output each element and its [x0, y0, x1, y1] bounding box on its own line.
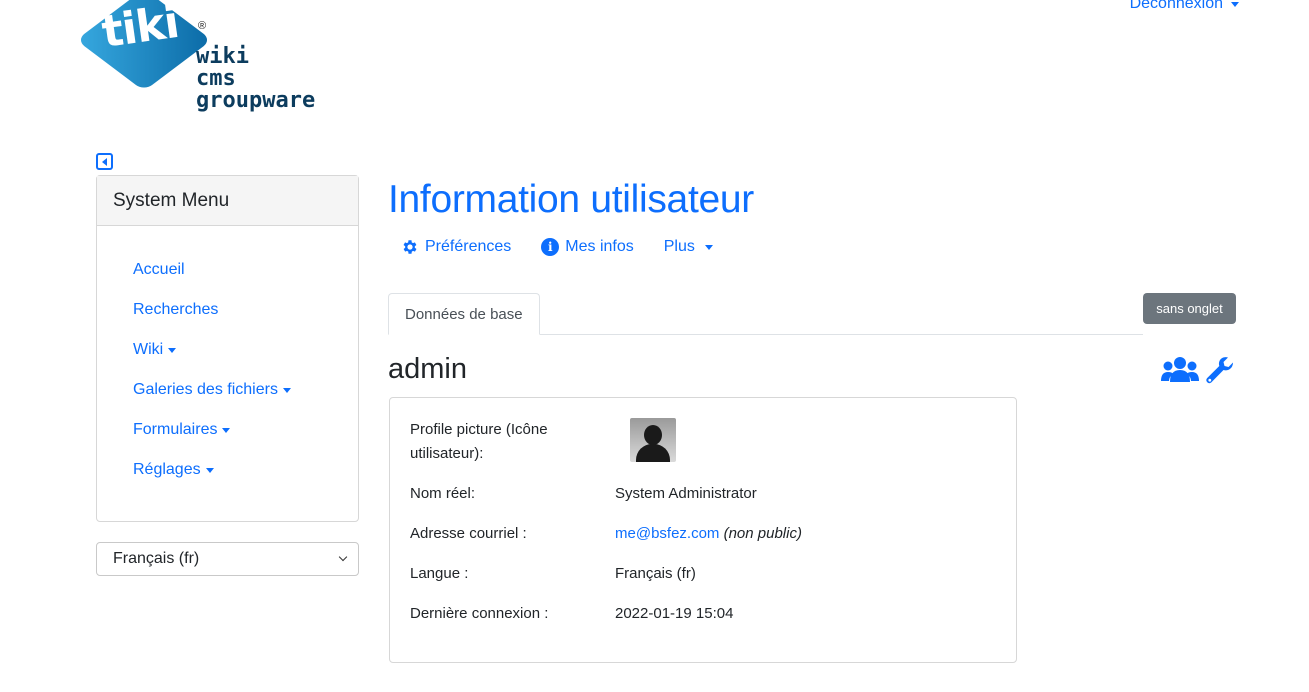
wrench-icon[interactable]	[1204, 354, 1236, 386]
email-link[interactable]: me@bsfez.com	[615, 525, 719, 542]
menu-item-accueil[interactable]: Accueil	[133, 261, 358, 301]
real-name-label: Nom réel:	[410, 485, 476, 502]
profile-picture-label-line1: Profile picture (Icône	[410, 421, 548, 438]
email-label: Adresse courriel :	[410, 525, 527, 542]
plus-dropdown[interactable]: Plus	[664, 238, 713, 256]
gear-icon	[403, 240, 417, 254]
chevron-down-icon	[168, 348, 177, 353]
user-actions	[1160, 354, 1236, 386]
logo-wordmark: wiki cms groupware	[196, 46, 315, 112]
menu-item-galeries[interactable]: Galeries des fichiers	[133, 381, 358, 421]
menu-item-label: Formulaires	[133, 421, 218, 438]
language-label: Langue :	[410, 565, 469, 582]
real-name-value: System Administrator	[615, 485, 757, 502]
profile-picture-label: Profile picture (Icône utilisateur):	[410, 418, 548, 466]
preferences-link[interactable]: Préférences	[401, 238, 511, 256]
menu-item-recherches[interactable]: Recherches	[133, 301, 358, 341]
mes-infos-label: Mes infos	[565, 238, 634, 255]
menu-item-wiki[interactable]: Wiki	[133, 341, 358, 381]
chevron-down-icon	[1231, 1, 1239, 7]
info-icon: i	[541, 238, 560, 256]
users-icon[interactable]	[1160, 355, 1200, 385]
user-info-card: Profile picture (Icône utilisateur): Nom…	[389, 397, 1017, 663]
chevron-down-icon	[704, 244, 713, 250]
user-nav: Préférences i Mes infos Plus	[401, 238, 743, 256]
menu-item-formulaires[interactable]: Formulaires	[133, 421, 358, 461]
last-login-label: Dernière connexion :	[410, 605, 549, 622]
preferences-label: Préférences	[425, 238, 512, 255]
avatar	[630, 418, 676, 462]
menu-item-label: Réglages	[133, 461, 201, 478]
logo-registered-mark: ®	[198, 20, 207, 32]
system-menu-title: System Menu	[97, 176, 358, 226]
logout-label: Déconnexion	[1129, 0, 1223, 12]
profile-picture-label-line2: utilisateur):	[410, 445, 484, 462]
menu-item-reglages[interactable]: Réglages	[133, 461, 358, 501]
language-select[interactable]: Français (fr)	[96, 542, 359, 576]
page-title: Information utilisateur	[388, 178, 754, 221]
logo-line-groupware: groupware	[196, 88, 316, 113]
menu-item-label: Recherches	[133, 301, 219, 318]
chevron-down-icon	[222, 428, 231, 433]
menu-item-label: Galeries des fichiers	[133, 381, 278, 398]
tab-donnees-de-base[interactable]: Données de base	[388, 293, 540, 335]
language-value: Français (fr)	[615, 565, 696, 582]
sidebar-collapse-icon[interactable]	[96, 153, 113, 170]
sans-onglet-button[interactable]: sans onglet	[1143, 293, 1236, 324]
logo-line-wiki: wiki	[196, 44, 249, 69]
chevron-down-icon	[338, 552, 348, 562]
chevron-down-icon	[282, 388, 291, 393]
menu-item-label: Accueil	[133, 261, 185, 278]
logo-line-cms: cms	[196, 66, 236, 91]
username-heading: admin	[388, 353, 467, 385]
plus-label: Plus	[663, 238, 695, 255]
logout-dropdown[interactable]: Déconnexion	[1130, 0, 1239, 13]
system-menu: System Menu Accueil Recherches Wiki Gale…	[96, 175, 359, 522]
language-select-value: Français (fr)	[113, 550, 200, 567]
triangle-left-icon	[102, 157, 107, 166]
menu-item-label: Wiki	[133, 341, 164, 358]
last-login-value: 2022-01-19 15:04	[615, 605, 734, 622]
email-privacy-note: (non public)	[723, 525, 802, 542]
site-logo[interactable]: tiki ® wiki cms groupware	[76, 0, 344, 132]
chevron-down-icon	[205, 468, 214, 473]
email-value-group: me@bsfez.com (non public)	[615, 522, 802, 546]
mes-infos-link[interactable]: i Mes infos	[541, 238, 634, 256]
system-menu-list: Accueil Recherches Wiki Galeries des fic…	[97, 226, 358, 501]
